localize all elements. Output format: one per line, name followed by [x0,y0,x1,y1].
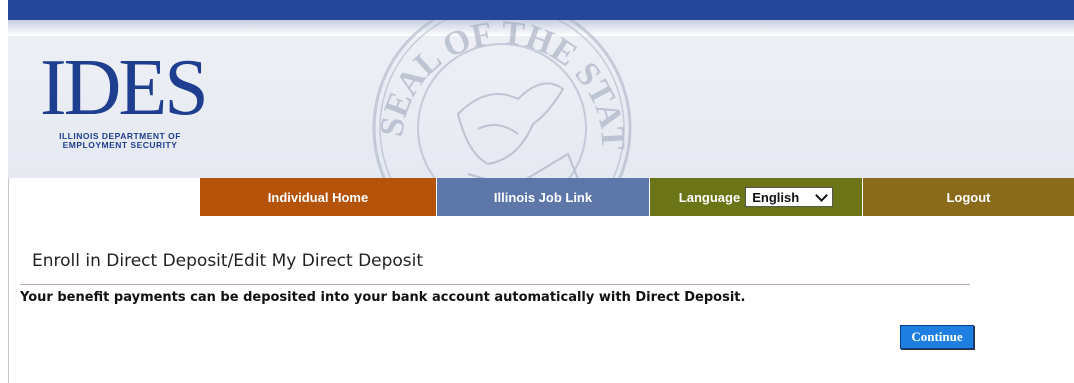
chevron-down-icon [815,188,829,202]
nav-logout[interactable]: Logout [862,178,1074,216]
page-title: Enroll in Direct Deposit/Edit My Direct … [32,251,424,271]
logo-subtitle: ILLINOIS DEPARTMENT OF EMPLOYMENT SECURI… [40,132,200,150]
state-seal-watermark: SEAL OF THE STATE OF ILLINOIS [368,20,632,178]
nav-individual-home[interactable]: Individual Home [200,178,436,216]
continue-button-label: Continue [911,329,963,344]
nav-individual-home-label: Individual Home [267,189,369,205]
nav-illinois-job-link[interactable]: Illinois Job Link [436,178,649,216]
main-nav: Individual Home Illinois Job Link Langua… [200,178,1074,216]
language-selected-value: English [752,189,800,205]
top-bar [8,0,1074,20]
nav-language: Language English [649,178,862,216]
continue-button[interactable]: Continue [900,325,974,349]
ides-logo: IDES ILLINOIS DEPARTMENT OF EMPLOYMENT S… [40,48,209,150]
logo-letters: IDES [40,44,209,132]
header-banner: IDES ILLINOIS DEPARTMENT OF EMPLOYMENT S… [8,20,1074,178]
language-label: Language [678,189,741,205]
language-select[interactable]: English [745,187,834,207]
eagle-icon [456,82,579,178]
direct-deposit-description: Your benefit payments can be deposited i… [20,290,746,305]
nav-logout-label: Logout [946,189,991,205]
title-divider [20,284,970,285]
nav-illinois-job-link-label: Illinois Job Link [493,189,593,205]
logo-subtitle-line2: EMPLOYMENT SECURITY [62,140,178,150]
